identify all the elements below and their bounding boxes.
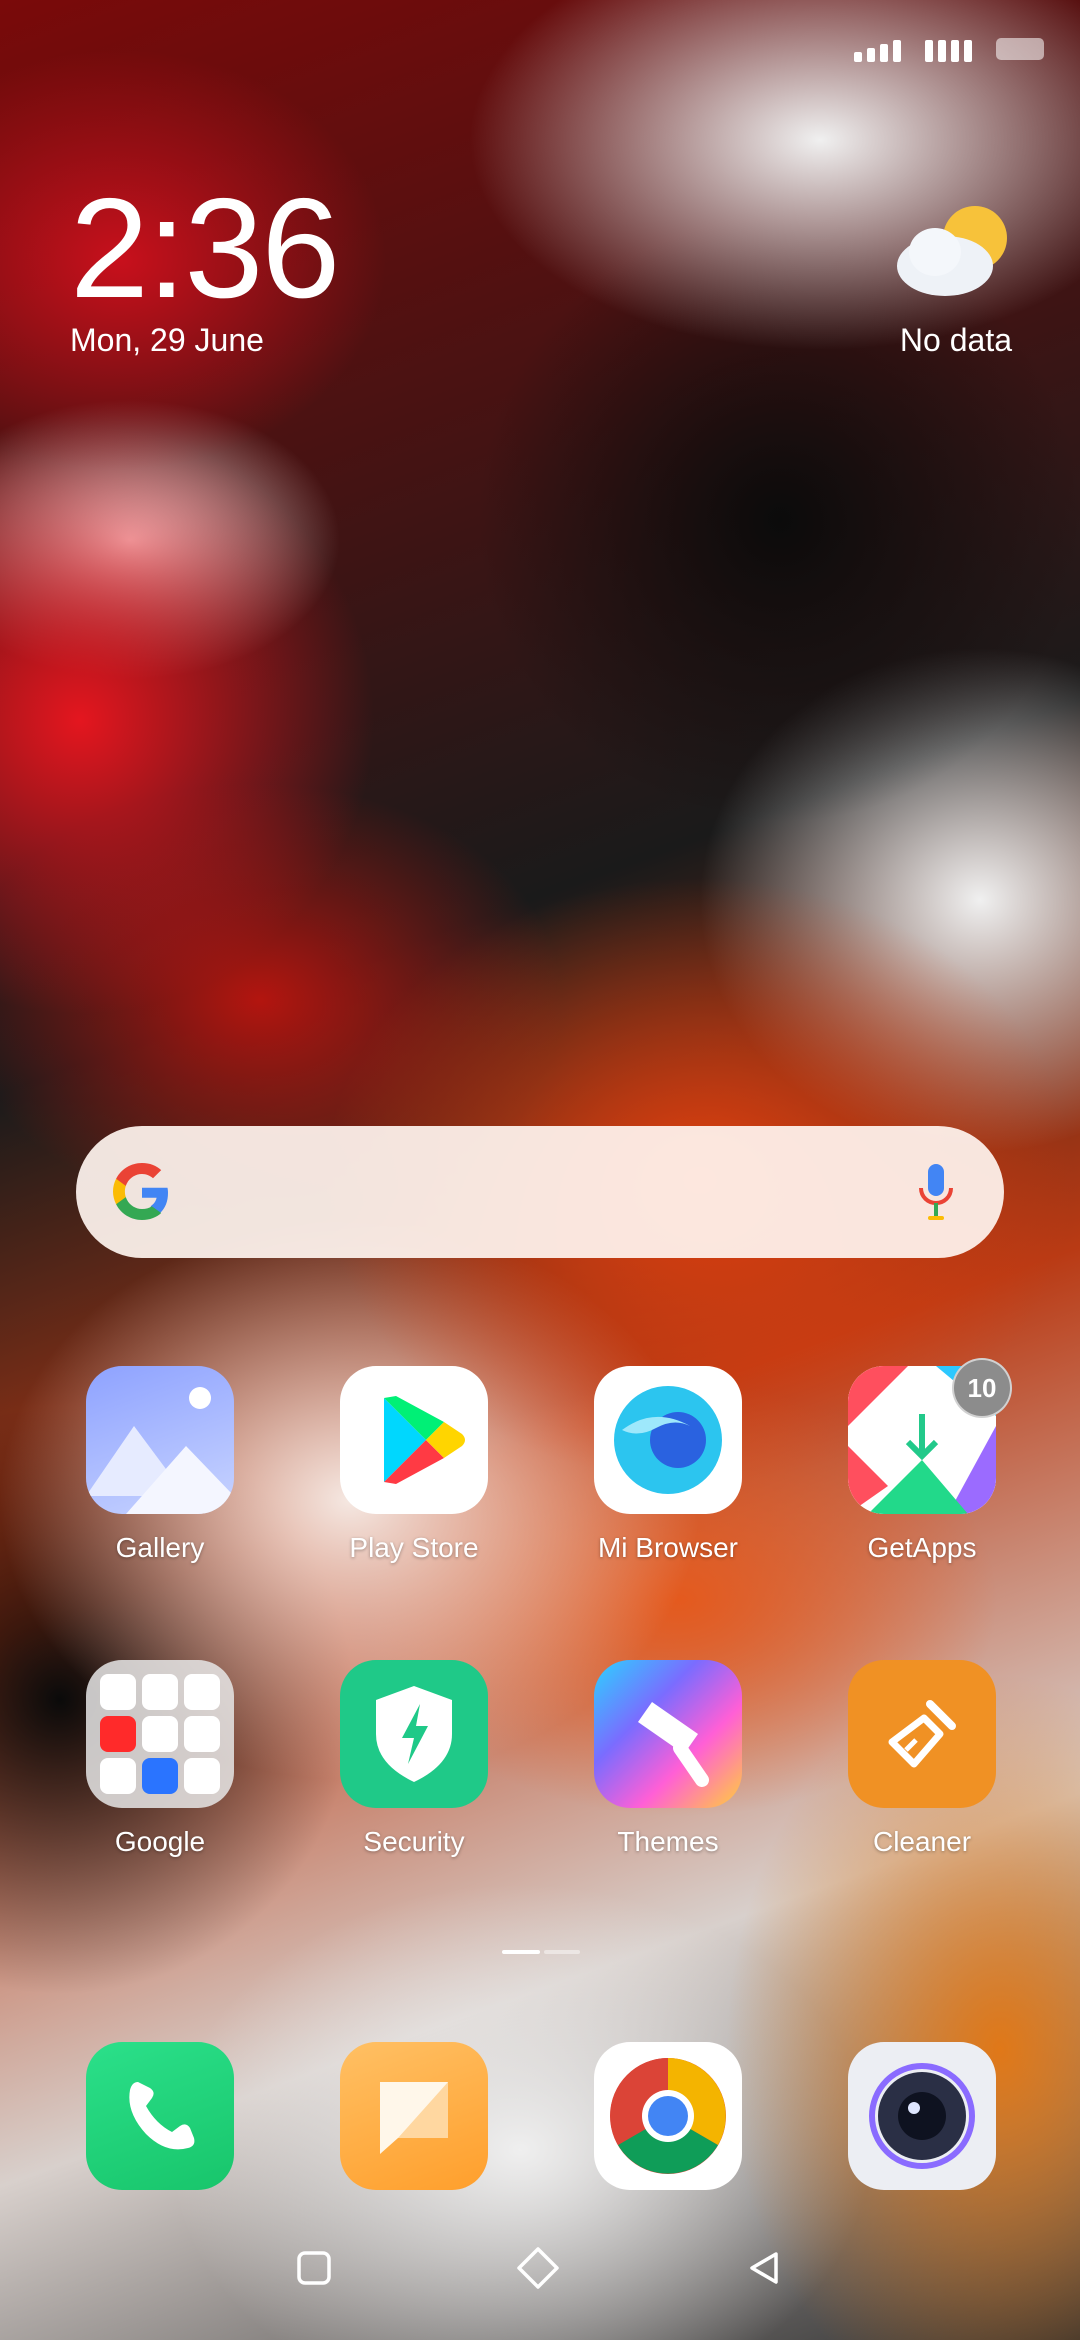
mic-icon[interactable]: [916, 1162, 956, 1222]
play-store-icon: [340, 1366, 488, 1514]
signal-bars-icon: [925, 36, 972, 62]
chrome-icon: [594, 2042, 742, 2190]
page-indicator: [502, 1950, 580, 1954]
app-mi-browser[interactable]: Mi Browser: [558, 1366, 778, 1564]
app-play-store[interactable]: Play Store: [304, 1366, 524, 1564]
dock-camera[interactable]: [812, 2042, 1032, 2190]
google-g-icon: [113, 1163, 168, 1220]
folder-google[interactable]: Google: [50, 1660, 270, 1858]
app-label: Gallery: [115, 1532, 205, 1563]
app-label: Mi Browser: [597, 1532, 738, 1563]
app-cleaner[interactable]: Cleaner: [812, 1660, 1032, 1858]
phone-icon: [86, 2042, 234, 2190]
dock-messages[interactable]: [304, 2042, 524, 2190]
home-icon[interactable]: [516, 2246, 560, 2290]
app-label: Themes: [617, 1826, 719, 1857]
security-shield-icon: [340, 1660, 488, 1808]
messages-icon: [340, 2042, 488, 2190]
google-folder-icon: [86, 1660, 234, 1808]
dock-phone[interactable]: [50, 2042, 270, 2190]
google-search-bar[interactable]: [76, 1126, 1004, 1258]
camera-icon: [848, 2042, 996, 2190]
themes-brush-icon: [594, 1660, 742, 1808]
app-label: GetApps: [867, 1532, 977, 1563]
battery-icon: [996, 38, 1044, 60]
weather-status[interactable]: No data: [900, 322, 1012, 359]
recents-icon[interactable]: [296, 2250, 332, 2286]
app-label: Play Store: [349, 1532, 479, 1563]
notification-badge: 10: [952, 1358, 1012, 1418]
app-label: Security: [363, 1826, 465, 1857]
page-dot-active: [502, 1950, 540, 1954]
app-security[interactable]: Security: [304, 1660, 524, 1858]
app-getapps[interactable]: 10 GetApps: [812, 1358, 1032, 1564]
app-themes[interactable]: Themes: [558, 1660, 778, 1858]
app-gallery[interactable]: Gallery: [50, 1366, 270, 1564]
page-dot: [544, 1950, 580, 1954]
status-bar: [854, 36, 1044, 62]
clock-time[interactable]: 2:36: [70, 178, 340, 320]
signal-bars-icon: [854, 36, 901, 62]
partly-cloudy-icon[interactable]: [895, 200, 1013, 300]
cleaner-brush-icon: [848, 1660, 996, 1808]
clock-date[interactable]: Mon, 29 June: [70, 322, 264, 359]
app-label: Google: [114, 1826, 206, 1857]
app-label: Cleaner: [872, 1826, 972, 1857]
back-icon[interactable]: [746, 2250, 782, 2286]
mi-browser-icon: [594, 1366, 742, 1514]
dock-chrome[interactable]: [558, 2042, 778, 2190]
gallery-icon: [86, 1366, 234, 1514]
